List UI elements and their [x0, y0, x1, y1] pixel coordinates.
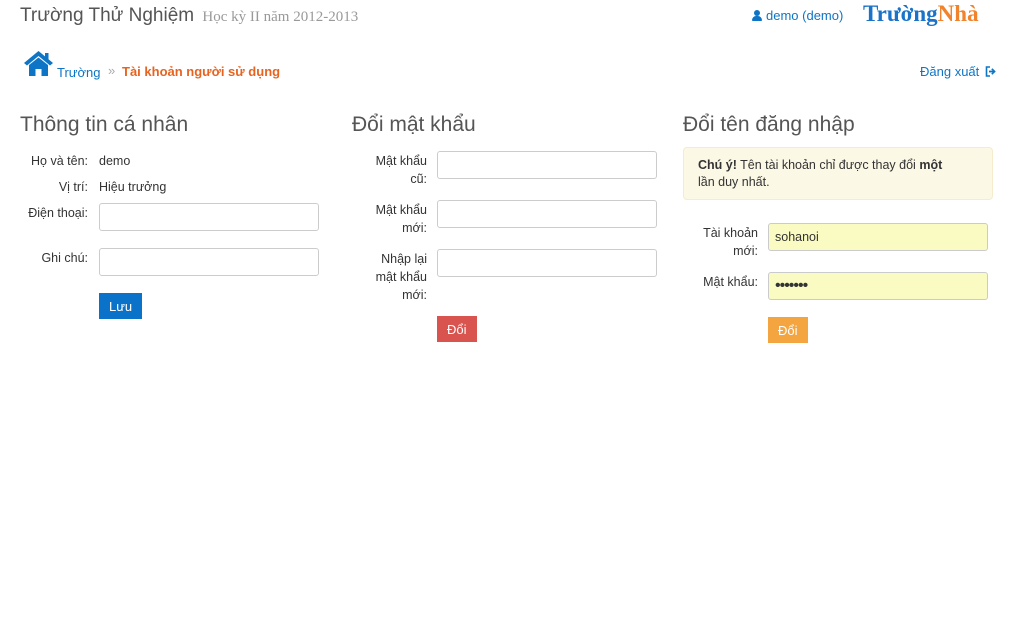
save-button[interactable]: Lưu — [99, 293, 143, 319]
phone-label: Điện thoại: — [28, 206, 88, 220]
personal-info-title: Thông tin cá nhân — [20, 113, 189, 136]
name-value: demo — [99, 154, 131, 168]
breadcrumb-home-link[interactable]: Trường — [57, 65, 100, 80]
logo-part-1: Trường — [863, 1, 938, 26]
alert-strong-2: một — [919, 158, 943, 172]
user-menu-link[interactable]: demo (demo) — [752, 8, 843, 23]
breadcrumb-current: Tài khoản người sử dụng — [122, 64, 281, 79]
logout-link[interactable]: Đăng xuất — [920, 64, 996, 79]
change-password-button[interactable]: Đổi — [437, 316, 477, 342]
alert-text-1: Tên tài khoản chỉ được thay đổi — [740, 158, 916, 172]
logout-label: Đăng xuất — [920, 64, 980, 79]
new-account-label: Tài khoản mới: — [703, 226, 758, 258]
home-icon[interactable] — [23, 50, 54, 77]
position-value: Hiệu trưởng — [99, 180, 167, 194]
logo[interactable]: TrườngNhà — [863, 1, 979, 27]
sign-out-icon — [985, 66, 996, 77]
name-label: Họ và tên: — [31, 154, 88, 168]
semester-label: Học kỳ II năm 2012-2013 — [202, 9, 359, 25]
phone-input[interactable] — [99, 203, 319, 231]
logo-part-2: Nhà — [937, 1, 979, 26]
alert-strong: Chú ý! — [698, 158, 737, 172]
change-password-title: Đổi mật khẩu — [352, 113, 476, 136]
new-account-input[interactable] — [768, 223, 988, 251]
account-password-input[interactable] — [768, 272, 988, 300]
old-password-label: Mật khẩu cũ: — [375, 154, 427, 186]
position-label: Vị trí: — [58, 180, 88, 194]
breadcrumb-separator: » — [108, 63, 116, 78]
school-title: Trường Thử Nghiệm — [20, 5, 195, 26]
change-username-button[interactable]: Đổi — [768, 317, 808, 343]
new-password-input[interactable] — [437, 200, 657, 228]
note-input[interactable] — [99, 248, 319, 276]
school-name: Trường Thử Nghiệm Học kỳ II năm 2012-201… — [20, 5, 358, 27]
alert-text-2: lần duy nhất. — [698, 175, 770, 189]
user-label: demo (demo) — [766, 8, 844, 23]
user-icon — [752, 10, 762, 21]
account-password-label: Mật khẩu: — [703, 275, 758, 289]
change-username-title: Đổi tên đăng nhập — [683, 113, 855, 136]
new-password-label: Mật khẩu mới: — [375, 203, 427, 235]
confirm-password-label: Nhập lại mật khẩu mới: — [375, 252, 427, 302]
confirm-password-input[interactable] — [437, 249, 657, 277]
old-password-input[interactable] — [437, 151, 657, 179]
username-change-alert: Chú ý! Tên tài khoản chỉ được thay đổi m… — [683, 147, 993, 200]
note-label: Ghi chú: — [41, 251, 88, 265]
